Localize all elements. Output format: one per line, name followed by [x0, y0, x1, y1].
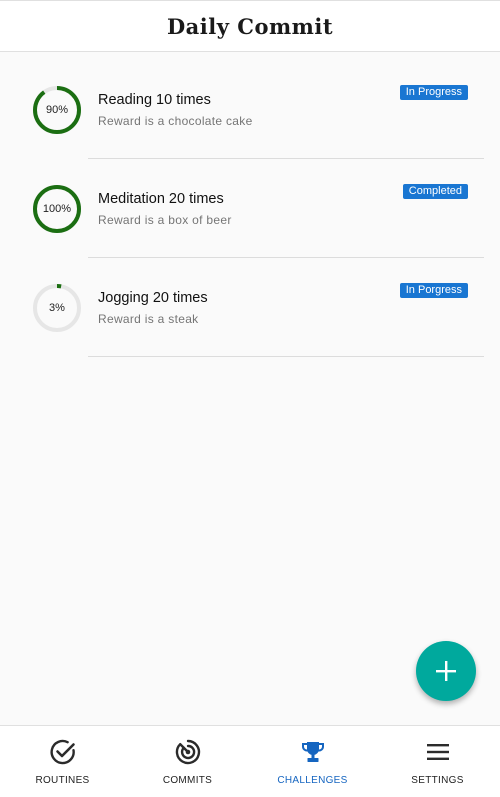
progress-ring: 3%: [32, 283, 82, 333]
challenge-title: Reading 10 times: [98, 92, 211, 108]
app-title: Daily Commit: [166, 13, 334, 39]
nav-label: COMMITS: [162, 775, 213, 786]
challenge-title: Meditation 20 times: [98, 191, 224, 207]
challenge-title: Jogging 20 times: [98, 290, 208, 306]
progress-ring: 100%: [32, 184, 82, 234]
challenge-item-meditation[interactable]: 100% Meditation 20 times Reward is a box…: [0, 159, 500, 258]
challenge-reward: Reward is a box of beer: [98, 213, 232, 227]
target-icon: [175, 739, 200, 765]
challenge-item-reading[interactable]: 90% Reading 10 times Reward is a chocola…: [0, 60, 500, 159]
challenge-reward: Reward is a steak: [98, 312, 199, 326]
nav-item-challenges[interactable]: CHALLENGES: [250, 726, 375, 797]
bottom-nav: ROUTINES COMMITS CHALLENGES SETTINGS: [0, 725, 500, 797]
progress-percent: 100%: [42, 203, 72, 215]
nav-label: ROUTINES: [35, 775, 90, 786]
progress-percent: 3%: [49, 302, 65, 314]
nav-item-routines[interactable]: ROUTINES: [0, 726, 125, 797]
challenge-reward: Reward is a chocolate cake: [98, 114, 253, 128]
progress-percent: 90%: [45, 104, 69, 116]
add-challenge-button[interactable]: [416, 641, 476, 701]
status-badge: In Porgress: [399, 283, 468, 298]
check-circle-icon: [50, 739, 75, 765]
challenge-list: 90% Reading 10 times Reward is a chocola…: [0, 60, 500, 357]
trophy-icon: [301, 742, 324, 762]
progress-ring: 90%: [32, 85, 82, 135]
divider: [88, 356, 484, 357]
menu-icon: [426, 744, 449, 760]
challenge-item-jogging[interactable]: 3% Jogging 20 times Reward is a steak In…: [0, 258, 500, 357]
plus-icon: [436, 661, 456, 681]
nav-label: SETTINGS: [411, 775, 464, 786]
status-badge: In Progress: [399, 85, 468, 100]
nav-label: CHALLENGES: [277, 775, 348, 786]
app-header: Daily Commit: [0, 0, 500, 52]
nav-item-commits[interactable]: COMMITS: [125, 726, 250, 797]
status-badge: Completed: [402, 184, 468, 199]
nav-item-settings[interactable]: SETTINGS: [375, 726, 500, 797]
